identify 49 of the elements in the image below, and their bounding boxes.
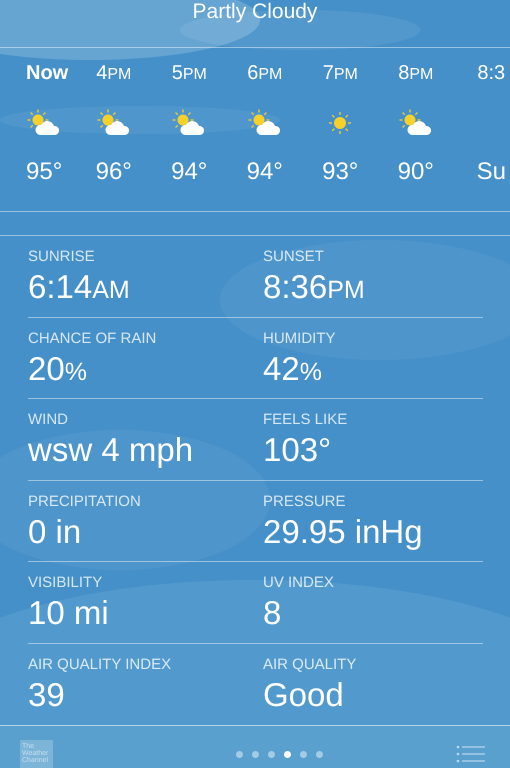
detail-label: HUMIDITY — [263, 330, 336, 346]
detail-value: 8:36PM — [263, 267, 365, 307]
hour-label: 4PM — [96, 62, 132, 86]
hour-label: 7PM — [322, 62, 358, 86]
page-dot[interactable] — [268, 751, 275, 758]
hour-temperature: Su — [476, 158, 506, 186]
hour-temperature: 90° — [398, 158, 434, 186]
hour-label: 6PM — [247, 62, 282, 86]
detail-value: wsw 4 mph — [28, 430, 194, 470]
detail-value: 8 — [263, 593, 282, 633]
detail-label: WIND — [28, 411, 68, 428]
partly-cloudy-icon — [96, 108, 132, 138]
detail-label: SUNSET — [263, 248, 324, 265]
detail-label: PRESSURE — [263, 492, 346, 510]
list-icon[interactable] — [456, 745, 486, 763]
hour-temperature: 93° — [322, 158, 358, 186]
detail-value: 39 — [28, 674, 65, 714]
detail-value: 29.95 inHg — [263, 512, 423, 552]
hour-label: 5PM — [172, 62, 207, 86]
detail-value: 6:14AM — [28, 267, 130, 307]
hour-temperature: 96° — [96, 158, 132, 186]
detail-label: CHANCE OF RAIN — [28, 330, 156, 346]
hour-label: Now — [26, 62, 68, 86]
condition-title: Partly Cloudy — [192, 0, 318, 24]
hour-label: 8:3 — [477, 62, 506, 86]
detail-label: VISIBILITY — [28, 574, 102, 591]
page-dot[interactable] — [316, 751, 323, 758]
page-dot[interactable] — [300, 751, 307, 758]
partly-cloudy-icon — [26, 108, 62, 138]
detail-value: 20% — [28, 348, 87, 388]
page-dot[interactable] — [252, 751, 259, 758]
detail-value: 103° — [263, 430, 332, 470]
partly-cloudy-icon — [246, 108, 283, 138]
hour-temperature: 94° — [171, 158, 208, 186]
detail-label: UV INDEX — [263, 574, 334, 591]
hour-temperature: 94° — [246, 158, 283, 186]
detail-label: FEELS LIKE — [263, 411, 348, 428]
detail-label: AIR QUALITY INDEX — [28, 656, 172, 672]
hour-label: 8PM — [398, 62, 434, 86]
detail-label: AIR QUALITY — [263, 656, 356, 672]
detail-label: SUNRISE — [28, 248, 95, 265]
detail-value: 10 mi — [28, 593, 109, 633]
detail-label: PRECIPITATION — [28, 492, 141, 510]
detail-value: 0 in — [28, 512, 82, 552]
page-dot[interactable] — [236, 751, 243, 758]
hour-temperature: 95° — [26, 158, 62, 186]
detail-value: 42% — [263, 348, 322, 388]
partly-cloudy-icon — [398, 108, 434, 138]
detail-value: Good — [263, 674, 344, 714]
